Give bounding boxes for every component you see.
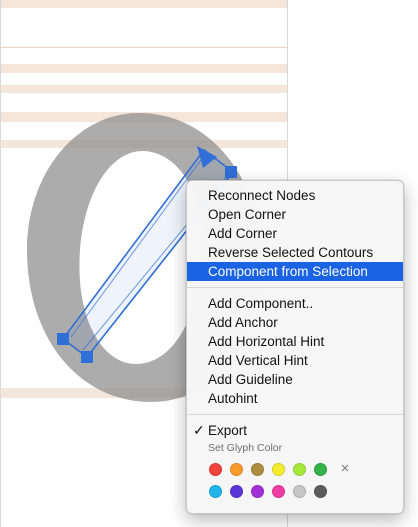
color-swatch-dark-gray[interactable]	[314, 484, 327, 498]
color-swatch-brown[interactable]	[251, 462, 264, 476]
color-swatch-dark-green[interactable]	[314, 462, 327, 476]
color-swatch-light-gray[interactable]	[293, 484, 306, 498]
color-swatch-red[interactable]	[209, 462, 222, 476]
menu-item-autohint[interactable]: Autohint	[187, 389, 403, 408]
clear-color-icon[interactable]: ×	[338, 461, 352, 476]
glyph-color-caption: Set Glyph Color	[208, 442, 283, 454]
color-swatch-purple[interactable]	[251, 484, 264, 498]
menu-item-add-corner[interactable]: Add Corner	[187, 224, 403, 243]
menu-item-add-anchor[interactable]: Add Anchor	[187, 313, 403, 332]
menu-item-add-vertical-hint[interactable]: Add Vertical Hint	[187, 351, 403, 370]
menu-item-component-from-selection[interactable]: Component from Selection	[187, 262, 403, 281]
color-swatch-light-blue[interactable]	[209, 484, 222, 498]
menu-item-open-corner[interactable]: Open Corner	[187, 205, 403, 224]
menu-item-reverse-selected-contours[interactable]: Reverse Selected Contours	[187, 243, 403, 262]
context-menu: Reconnect Nodes Open Corner Add Corner R…	[186, 180, 404, 514]
menu-separator	[187, 287, 403, 288]
menu-item-add-horizontal-hint[interactable]: Add Horizontal Hint	[187, 332, 403, 351]
color-swatch-row-1: ×	[187, 459, 403, 479]
menu-item-reconnect-nodes[interactable]: Reconnect Nodes	[187, 186, 403, 205]
menu-item-add-component[interactable]: Add Component..	[187, 294, 403, 313]
node-handle	[81, 351, 93, 363]
menu-item-export[interactable]: ✓ Export	[187, 421, 403, 440]
color-swatch-dark-blue[interactable]	[230, 484, 243, 498]
menu-group-add: Add Component.. Add Anchor Add Horizonta…	[187, 294, 403, 408]
glyph-editor: Reconnect Nodes Open Corner Add Corner R…	[0, 0, 418, 527]
menu-item-add-guideline[interactable]: Add Guideline	[187, 370, 403, 389]
checkmark-icon: ✓	[193, 422, 205, 438]
node-handle	[225, 166, 237, 178]
menu-separator	[187, 414, 403, 415]
menu-item-export-label: Export	[208, 423, 248, 438]
menu-group-contour: Reconnect Nodes Open Corner Add Corner R…	[187, 186, 403, 281]
color-swatch-light-green[interactable]	[293, 462, 306, 476]
color-swatch-yellow[interactable]	[272, 462, 285, 476]
color-swatch-magenta[interactable]	[272, 484, 285, 498]
node-handle	[57, 333, 69, 345]
color-swatch-row-2	[187, 481, 403, 501]
color-swatch-orange[interactable]	[230, 462, 243, 476]
